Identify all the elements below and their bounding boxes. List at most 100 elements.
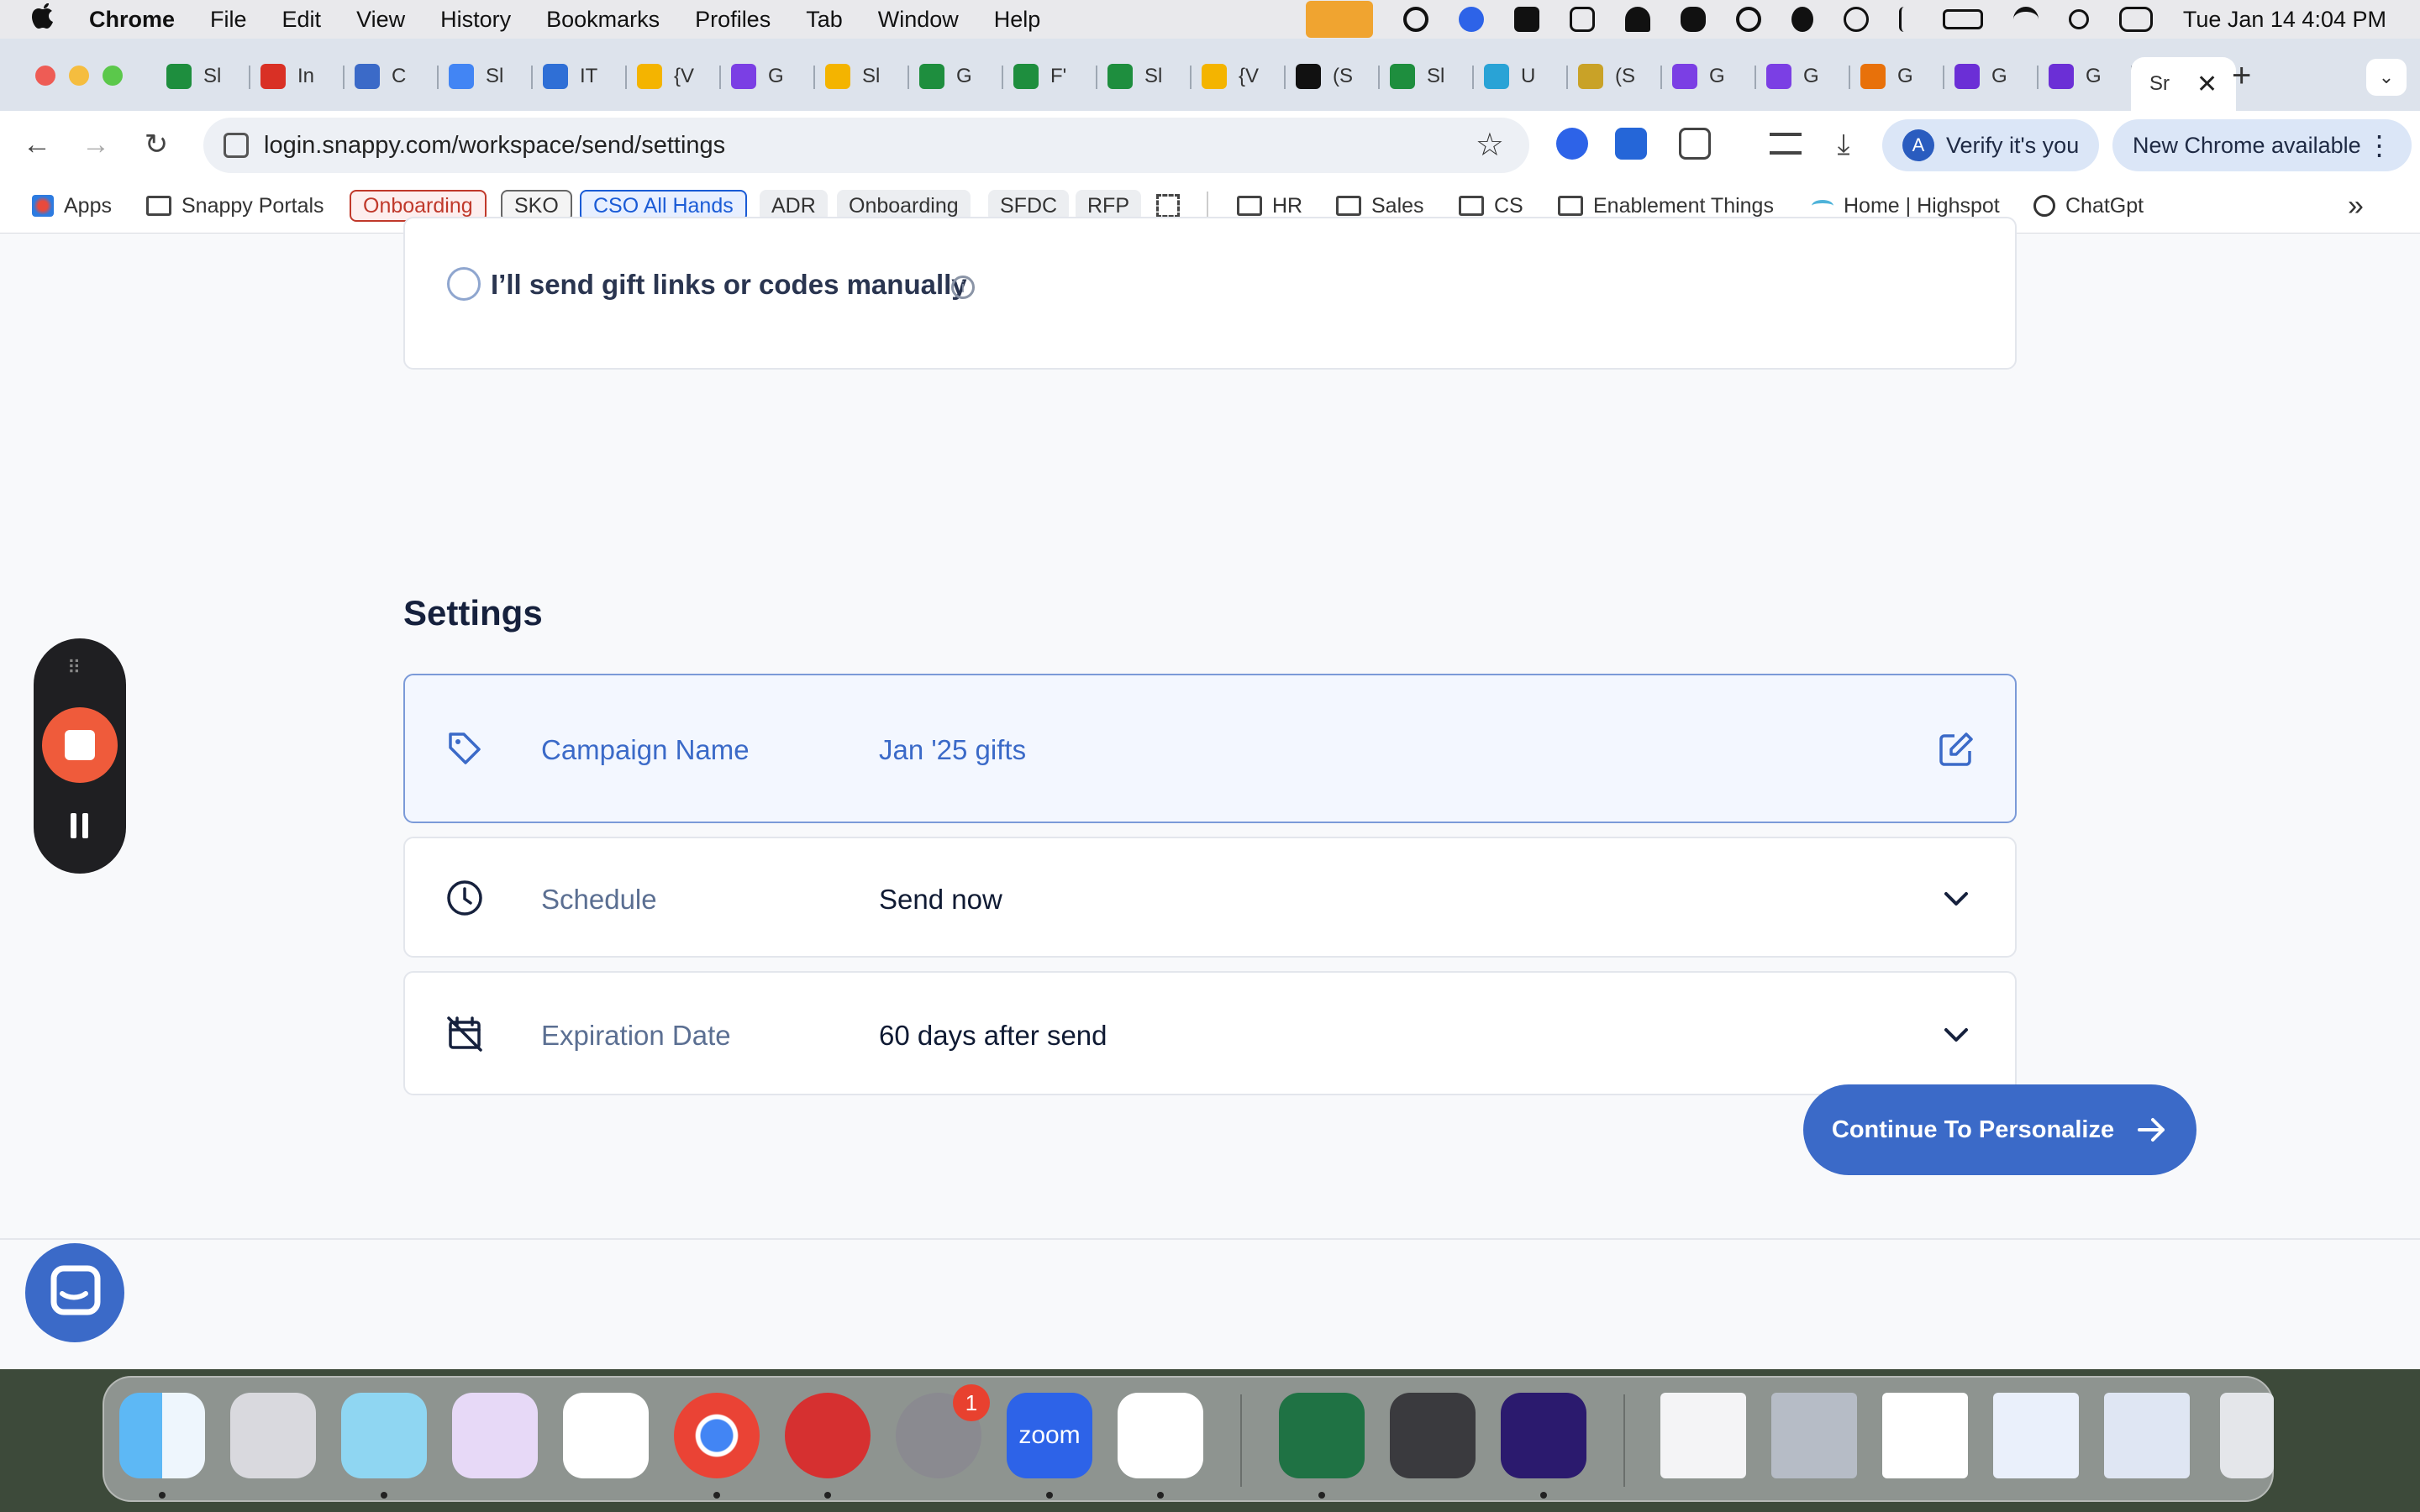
menu-tab[interactable]: Tab	[806, 7, 843, 33]
browser-tab[interactable]: Sl	[449, 57, 503, 96]
menu-bookmarks[interactable]: Bookmarks	[546, 7, 660, 33]
g-status-icon[interactable]	[1735, 7, 1761, 32]
g-app-icon[interactable]	[1501, 1393, 1586, 1478]
menu-bar-clock[interactable]: Tue Jan 14 4:04 PM	[2183, 7, 2386, 33]
verify-identity-button[interactable]: A Verify it's you	[1882, 119, 2100, 171]
extensions-puzzle-icon[interactable]	[1679, 128, 1711, 160]
tab-search-chevron-icon[interactable]: ⌄	[2366, 59, 2407, 96]
tab-active-settings[interactable]: Sr ✕	[2131, 57, 2237, 111]
pause-icon[interactable]	[67, 813, 92, 838]
calculator-icon[interactable]	[1390, 1393, 1476, 1478]
browser-tab[interactable]: Sl	[825, 57, 880, 96]
launchpad-icon[interactable]	[230, 1393, 316, 1478]
url-text[interactable]: login.snappy.com/workspace/send/settings	[264, 132, 725, 160]
browser-tab[interactable]: G	[2049, 57, 2102, 96]
setting-row-schedule[interactable]: Schedule Send now	[403, 837, 2017, 958]
browser-tab[interactable]: (S	[1296, 57, 1353, 96]
close-window-button[interactable]	[35, 66, 55, 86]
bookmark-star-icon[interactable]: ☆	[1476, 126, 1504, 164]
browser-tab[interactable]: {V	[637, 57, 694, 96]
minimized-window-thumbnail[interactable]	[1771, 1393, 1857, 1478]
browser-tab[interactable]: C	[355, 57, 406, 96]
bookmark-snappy-portals[interactable]: Snappy Portals	[146, 190, 324, 222]
info-icon[interactable]: i	[951, 276, 975, 299]
browser-tab[interactable]: G	[731, 57, 784, 96]
zoom-window-button[interactable]	[103, 66, 123, 86]
back-icon[interactable]: ←	[18, 126, 55, 163]
help-chat-button[interactable]	[25, 1243, 124, 1342]
bookmark-chatgpt[interactable]: ChatGpt	[2033, 190, 2144, 222]
zoom-app-icon[interactable]: zoom	[1007, 1393, 1092, 1478]
menu-profiles[interactable]: Profiles	[695, 7, 771, 33]
spotlight-search-icon[interactable]	[2068, 9, 2089, 29]
new-chrome-available-button[interactable]: New Chrome available ⋮	[2112, 119, 2412, 171]
manual-send-radio[interactable]	[447, 267, 481, 301]
reload-icon[interactable]: ↻	[138, 126, 175, 163]
menu-window[interactable]: Window	[878, 7, 959, 33]
zoom-status-icon[interactable]	[1458, 7, 1484, 32]
download-icon[interactable]: ⤓	[1825, 126, 1862, 163]
trash-icon[interactable]	[2220, 1393, 2274, 1478]
menu-file[interactable]: File	[210, 7, 247, 33]
browser-tab[interactable]: U	[1484, 57, 1535, 96]
minimized-window-thumbnail[interactable]	[1660, 1393, 1746, 1478]
browser-tab[interactable]: Sl	[166, 57, 221, 96]
menu-view[interactable]: View	[356, 7, 405, 33]
manual-send-label[interactable]: I’ll send gift links or codes manually	[491, 269, 967, 301]
menu-history[interactable]: History	[440, 7, 511, 33]
stop-recording-button[interactable]	[42, 707, 118, 783]
microphone-icon[interactable]	[1305, 1, 1373, 38]
minimized-window-thumbnail[interactable]	[2104, 1393, 2190, 1478]
menu-help[interactable]: Help	[994, 7, 1041, 33]
chevron-down-icon[interactable]	[1938, 880, 1975, 917]
slack-icon[interactable]	[1118, 1393, 1203, 1478]
document-status-icon[interactable]	[1513, 7, 1539, 32]
bookmark-apps[interactable]: Apps	[32, 190, 112, 222]
browser-tab[interactable]: {V	[1202, 57, 1259, 96]
new-tab-button[interactable]: +	[2232, 57, 2251, 95]
browser-tab[interactable]: G	[1954, 57, 2007, 96]
battery-icon[interactable]	[1942, 9, 1983, 29]
chrome-icon[interactable]	[674, 1393, 760, 1478]
close-tab-icon[interactable]: ✕	[2196, 70, 2217, 99]
continue-to-personalize-button[interactable]: Continue To Personalize	[1803, 1084, 2196, 1175]
control-center-icon[interactable]	[2118, 7, 2153, 32]
browser-tab[interactable]: (S	[1578, 57, 1635, 96]
media-control-icon[interactable]	[1770, 133, 1802, 155]
butterfly-icon[interactable]	[1624, 7, 1650, 32]
menu-app-name[interactable]: Chrome	[89, 7, 175, 33]
trello-extension-icon[interactable]	[1615, 128, 1647, 160]
browser-tab[interactable]: G	[1860, 57, 1913, 96]
moon-icon[interactable]	[1791, 7, 1813, 32]
play-icon[interactable]	[1843, 7, 1869, 32]
more-menu-icon[interactable]: ⋮	[2366, 129, 2393, 161]
tulip-app-icon[interactable]	[452, 1393, 538, 1478]
browser-tab[interactable]: G	[919, 57, 972, 96]
excel-icon[interactable]	[1279, 1393, 1365, 1478]
setting-row-campaign-name[interactable]: Campaign Name Jan '25 gifts	[403, 674, 2017, 823]
grammarly-icon[interactable]	[1402, 7, 1428, 32]
wifi-icon[interactable]	[2012, 7, 2039, 32]
drag-handle-icon[interactable]: ⠿	[67, 657, 82, 679]
leaf-icon[interactable]	[1680, 7, 1706, 32]
browser-tab[interactable]: Sl	[1107, 57, 1162, 96]
google-drive-icon[interactable]	[563, 1393, 649, 1478]
browser-tab[interactable]: G	[1766, 57, 1819, 96]
browser-tab[interactable]: F'	[1013, 57, 1066, 96]
apple-icon[interactable]	[30, 2, 64, 37]
browser-tab[interactable]: In	[260, 57, 314, 96]
forward-icon[interactable]: →	[77, 126, 114, 163]
setting-row-expiration-date[interactable]: Expiration Date 60 days after send	[403, 971, 2017, 1095]
site-info-icon[interactable]	[224, 133, 249, 158]
address-bar[interactable]: login.snappy.com/workspace/send/settings…	[203, 118, 1529, 173]
browser-tab[interactable]: Sl	[1390, 57, 1444, 96]
bluetooth-icon[interactable]	[1898, 7, 1912, 32]
browser-tab[interactable]: IT	[543, 57, 597, 96]
more-bookmarks-icon[interactable]: »	[2348, 190, 2364, 222]
chevron-down-icon[interactable]	[1938, 1016, 1975, 1053]
edit-icon[interactable]	[1938, 731, 1975, 768]
menu-edit[interactable]: Edit	[282, 7, 322, 33]
minimized-window-thumbnail[interactable]	[1993, 1393, 2079, 1478]
gift-app-icon[interactable]	[341, 1393, 427, 1478]
recorder-app-icon[interactable]	[785, 1393, 871, 1478]
